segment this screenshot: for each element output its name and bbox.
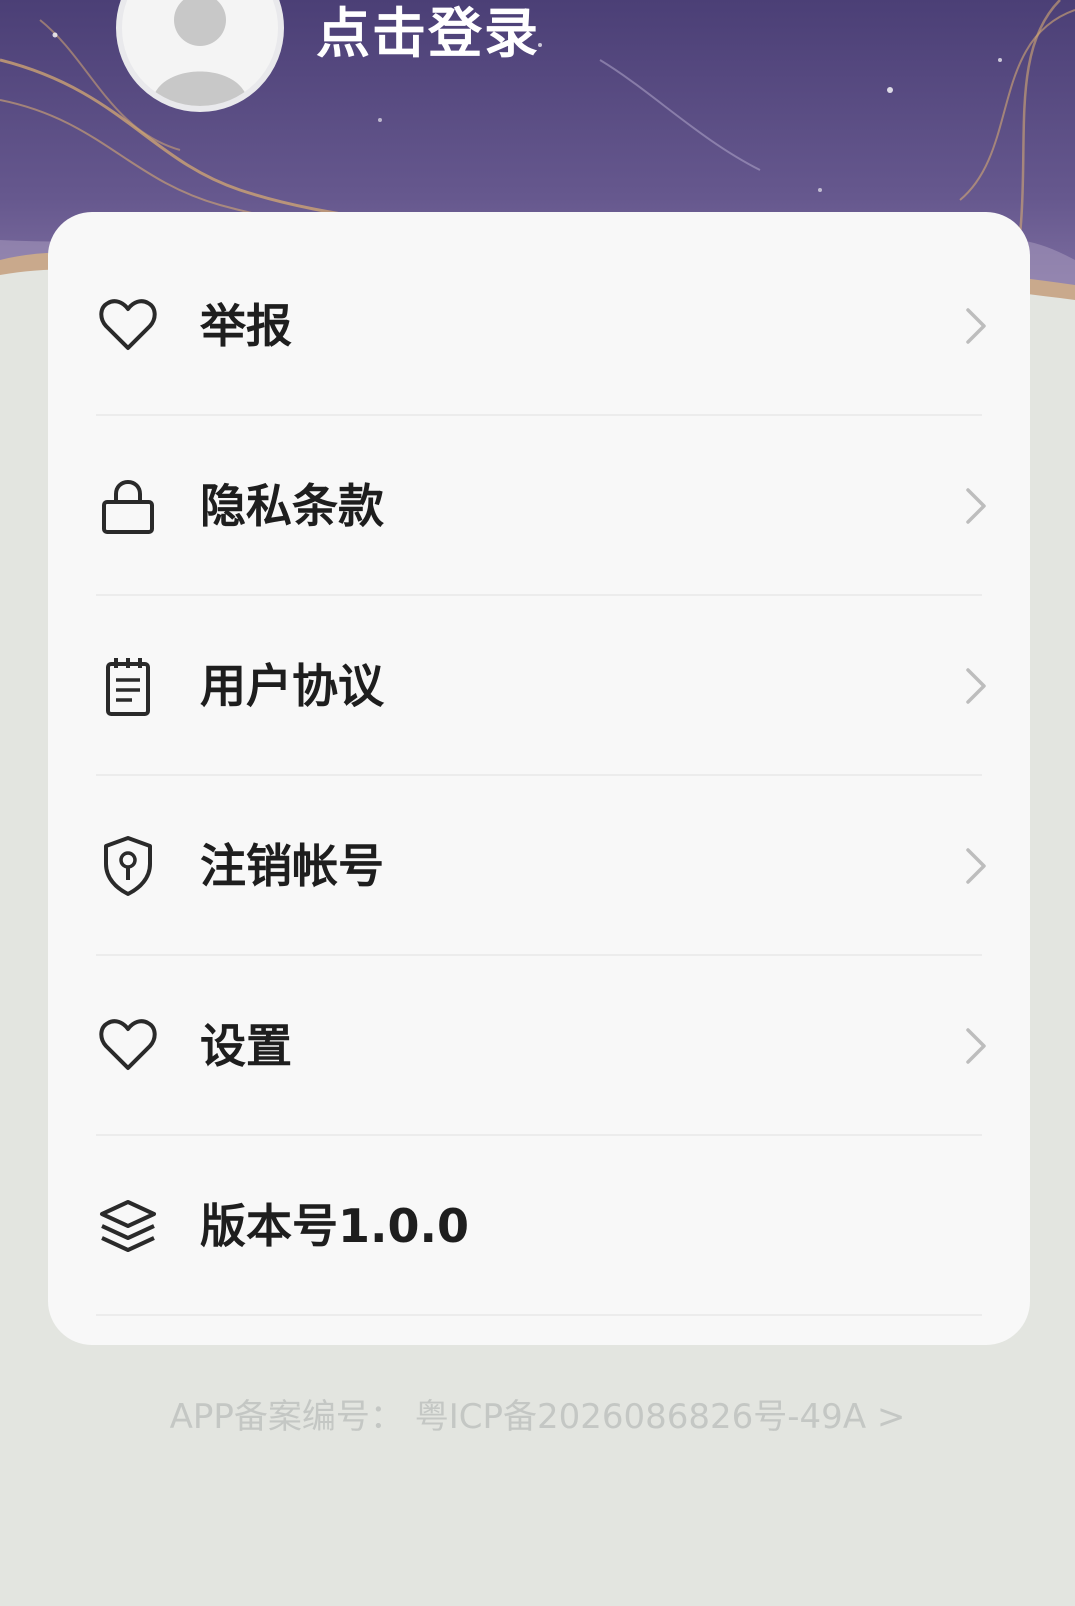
menu-item-user-agreement[interactable]: 用户协议 [48,596,1030,776]
chevron-right-icon [966,848,986,884]
avatar-placeholder-icon [152,0,248,106]
chevron-right-icon [966,488,986,524]
divider [96,1314,982,1316]
chevron-right-icon [966,308,986,344]
lock-icon [102,479,154,534]
menu-item-label: 隐私条款 [200,479,384,533]
menu-item-label: 注销帐号 [200,839,384,893]
menu-item-label: 用户协议 [200,659,384,713]
menu-item-delete-account[interactable]: 注销帐号 [48,776,1030,956]
menu-card: 举报 隐私条款 用户协议 注销帐号 设置 版本号1.0.0 [48,212,1030,1345]
chevron-right-icon [966,1028,986,1064]
heart-icon [99,299,157,350]
menu-item-label: 设置 [200,1019,292,1073]
login-link[interactable]: 点击登录 [316,0,540,74]
menu-item-report[interactable]: 举报 [48,236,1030,416]
layers-icon [100,1200,156,1252]
version-label: 版本号1.0.0 [200,1199,469,1253]
menu-item-privacy[interactable]: 隐私条款 [48,416,1030,596]
heart-icon [99,1019,157,1070]
shield-keyhole-icon [104,836,152,896]
icp-record-link[interactable]: APP备案编号： 粤ICP备2026086826号-49A > [0,1392,1075,1442]
menu-item-version: 版本号1.0.0 [48,1136,1030,1316]
notepad-icon [106,658,150,716]
menu-item-settings[interactable]: 设置 [48,956,1030,1136]
chevron-right-icon [966,668,986,704]
menu-item-label: 举报 [200,299,292,353]
